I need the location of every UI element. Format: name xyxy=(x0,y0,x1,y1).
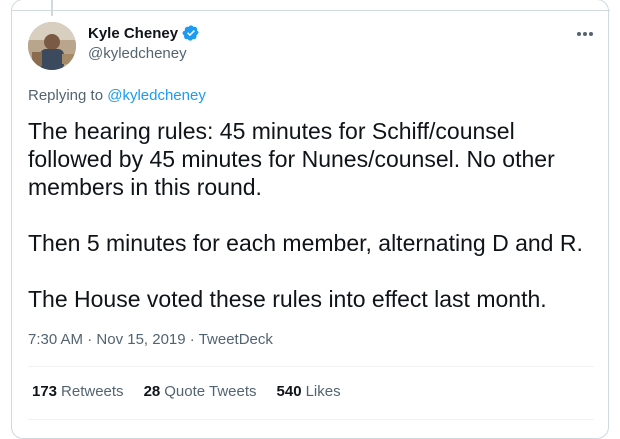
author-name[interactable]: Kyle Cheney xyxy=(88,25,178,42)
quote-tweets-stat[interactable]: 28 Quote Tweets xyxy=(144,383,257,400)
tweet-time[interactable]: 7:30 AM xyxy=(28,331,83,348)
replying-to-link[interactable]: @kyledcheney xyxy=(107,87,206,104)
tweet-meta: 7:30 AM · Nov 15, 2019 · TweetDeck xyxy=(28,331,273,348)
tweet-paragraph: The House voted these rules into effect … xyxy=(28,286,547,312)
avatar[interactable] xyxy=(28,22,76,70)
retweets-stat[interactable]: 173 Retweets xyxy=(32,383,124,400)
replying-to-line: Replying to @kyledcheney xyxy=(28,87,206,104)
likes-stat[interactable]: 540 Likes xyxy=(277,383,341,400)
quotes-label: Quote Tweets xyxy=(164,383,257,400)
tweet-source[interactable]: TweetDeck xyxy=(199,331,273,348)
divider xyxy=(28,419,594,420)
tweet-body: The hearing rules: 45 minutes for Schiff… xyxy=(28,117,598,313)
likes-label: Likes xyxy=(305,383,341,400)
tweet-paragraph: Then 5 minutes for each member, alternat… xyxy=(28,230,583,256)
more-dots-icon[interactable] xyxy=(573,24,597,44)
thread-connector-line xyxy=(51,0,53,16)
tweet-paragraph: The hearing rules: 45 minutes for Schiff… xyxy=(28,118,555,200)
meta-separator: · xyxy=(87,331,93,348)
card-top-divider xyxy=(12,0,610,11)
quotes-count: 28 xyxy=(143,383,161,400)
author-handle[interactable]: @kyledcheney xyxy=(88,45,187,62)
verified-badge-icon xyxy=(182,24,200,42)
divider xyxy=(28,366,594,367)
likes-count: 540 xyxy=(276,383,302,400)
retweets-label: Retweets xyxy=(61,383,124,400)
author-name-row[interactable]: Kyle Cheney xyxy=(88,24,200,42)
retweets-count: 173 xyxy=(32,383,58,400)
replying-prefix: Replying to xyxy=(28,87,104,104)
tweet-stats: 173 Retweets 28 Quote Tweets 540 Likes xyxy=(32,383,341,400)
meta-separator: · xyxy=(189,331,195,348)
tweet-date[interactable]: Nov 15, 2019 xyxy=(96,331,185,348)
